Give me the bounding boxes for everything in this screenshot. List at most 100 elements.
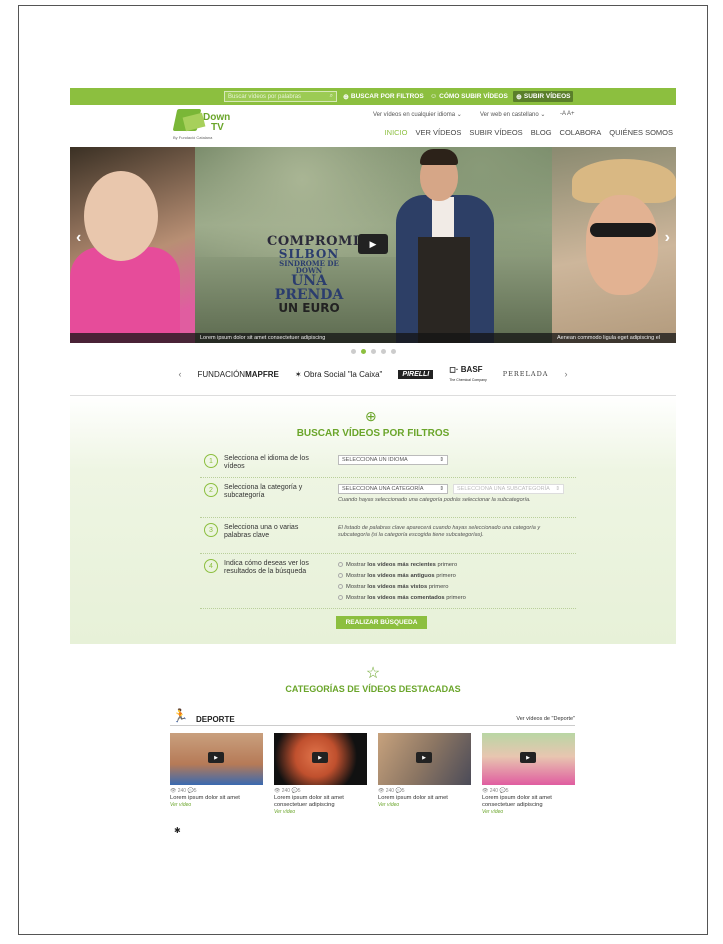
step-label: Selecciona el idioma de los vídeos <box>224 455 309 471</box>
upload-video-button[interactable]: ⊕ SUBIR VÍDEOS <box>513 91 574 102</box>
video-thumbnail[interactable]: ▶ <box>170 733 263 785</box>
search-icon[interactable]: ⌕ <box>330 93 333 100</box>
sort-option-recent[interactable]: Mostrar los vídeos más recientes primero <box>338 562 457 568</box>
downtv-logo[interactable]: Down TV By Fundació Catalana <box>170 109 238 143</box>
sort-option-text: Mostrar <box>346 573 368 580</box>
category-more-link[interactable]: Ver vídeos de "Deporte" <box>516 716 575 722</box>
step-label: Selecciona la categoría y subcategoría <box>224 484 303 500</box>
nav-item-quienes-somos[interactable]: QUIÉNES SOMOS <box>609 128 673 137</box>
step-label: Indica cómo deseas ver los resultados de… <box>224 560 309 576</box>
nav-item-inicio[interactable]: INICIO <box>385 128 408 137</box>
slide-next-image[interactable]: Aenean commodo ligula eget adipiscing el <box>552 147 676 343</box>
video-thumbnail[interactable]: ▶ <box>378 733 471 785</box>
nav-item-subir-videos[interactable]: SUBIR VÍDEOS <box>469 128 522 137</box>
slide-caption-prev <box>70 333 195 343</box>
sort-option-most-viewed[interactable]: Mostrar los vídeos más vistos primero <box>338 584 448 590</box>
chevron-down-icon: ⇕ <box>439 486 444 492</box>
slider-dot[interactable] <box>380 348 386 354</box>
chevron-left-icon[interactable]: ‹ <box>179 369 182 379</box>
slide-caption-next: Aenean commodo ligula eget adipiscing el <box>552 333 676 343</box>
play-button[interactable]: ▶ <box>358 234 388 254</box>
chevron-right-icon[interactable]: › <box>564 369 567 379</box>
child-shirt <box>70 247 180 343</box>
man-face <box>586 195 658 295</box>
video-card[interactable]: ▶ 👁 240 💬5 Lorem ipsum dolor sit amet Ve… <box>170 733 263 808</box>
slider-dot-active[interactable] <box>360 348 366 354</box>
language-select[interactable]: SELECCIONA UN IDIOMA ⇕ <box>338 455 448 465</box>
category-icon-partial: ✱ <box>174 826 181 833</box>
slider-dot[interactable] <box>370 348 376 354</box>
sponsor-lacaixa[interactable]: ✶ Obra Social "la Caixa" <box>295 370 383 379</box>
slide-caption: Lorem ipsum dolor sit amet consectetuer … <box>195 333 552 343</box>
slide-prev-image[interactable] <box>70 147 195 343</box>
slide-title-line: SINDROME DE DOWN <box>279 259 339 275</box>
chevron-down-icon: ⇕ <box>555 486 560 492</box>
video-language-select[interactable]: Ver vídeos en cualquier idioma ⌄ <box>373 111 462 118</box>
sort-option-bold: los vídeos más vistos <box>367 584 428 591</box>
sponsor-mapfre-b: MAPFRE <box>245 369 279 379</box>
filter-step-3: 3 Selecciona una o varias palabras clave… <box>204 523 577 551</box>
slider-dot[interactable] <box>350 348 356 354</box>
category-select[interactable]: SELECCIONA UNA CATEGORÍA ⇕ <box>338 484 448 494</box>
filter-search-label: BUSCAR POR FILTROS <box>350 93 424 100</box>
video-link[interactable]: Ver vídeo <box>378 802 471 808</box>
video-thumbnail[interactable]: ▶ <box>482 733 575 785</box>
submit-search-button[interactable]: REALIZAR BÚSQUEDA <box>336 616 427 629</box>
slider-next-arrow[interactable]: › <box>665 229 670 247</box>
star-icon: ☆ <box>365 665 381 682</box>
sort-option-text: primero <box>435 562 458 569</box>
play-icon: ▶ <box>369 238 377 249</box>
divider <box>200 517 576 518</box>
video-link[interactable]: Ver vídeo <box>170 802 263 808</box>
nav-item-colabora[interactable]: COLABORA <box>560 128 602 137</box>
step-number: 3 <box>204 523 218 537</box>
video-title: Lorem ipsum dolor sit amet <box>378 795 448 801</box>
logo-by-text: By Fundació Catalana <box>173 135 213 140</box>
web-language-select[interactable]: Ver web en castellano ⌄ <box>480 111 545 118</box>
view-count: 240 <box>177 788 187 794</box>
video-link[interactable]: Ver vídeo <box>274 809 367 815</box>
font-size-control[interactable]: -A A+ <box>560 111 575 117</box>
video-thumbnail[interactable]: ▶ <box>274 733 367 785</box>
sort-option-most-commented[interactable]: Mostrar los vídeos más comentados primer… <box>338 595 466 601</box>
keywords-hint: El listado de palabras clave aparecerá c… <box>338 525 541 539</box>
video-card[interactable]: ▶ 👁 240 💬5 Lorem ipsum dolor sit amet co… <box>274 733 367 815</box>
sort-option-bold: los vídeos más antiguos <box>367 573 435 580</box>
howto-link[interactable]: ☺ CÓMO SUBIR VÍDEOS <box>427 91 511 102</box>
sort-option-text: Mostrar <box>346 562 368 569</box>
view-count: 240 <box>281 788 291 794</box>
filter-step-2: 2 Selecciona la categoría y subcategoría… <box>204 483 577 513</box>
filter-search-link[interactable]: ⊕ BUSCAR POR FILTROS <box>340 91 427 102</box>
slide-current-image[interactable]: COMPROMISO SILBON SINDROME DE DOWN UNA P… <box>195 147 552 343</box>
slider-dots <box>70 343 676 359</box>
top-bar: Buscar vídeos por palabras ⌕ ⊕ BUSCAR PO… <box>70 88 676 105</box>
nav-item-ver-videos[interactable]: VER VÍDEOS <box>415 128 461 137</box>
document-page: Buscar vídeos por palabras ⌕ ⊕ BUSCAR PO… <box>18 5 708 935</box>
comment-count: 5 <box>193 788 197 794</box>
zoom-in-icon: ⊕ <box>365 408 377 424</box>
sponsor-pirelli[interactable]: PIRELLI <box>398 369 434 379</box>
subcategory-select-value: SELECCIONA UNA SUBCATEGORÍA <box>457 486 550 492</box>
subcategory-select[interactable]: SELECCIONA UNA SUBCATEGORÍA ⇕ <box>453 484 564 494</box>
video-link[interactable]: Ver vídeo <box>482 809 575 815</box>
sort-option-bold: los vídeos más recientes <box>367 562 436 569</box>
video-card[interactable]: ▶ 👁 240 💬5 Lorem ipsum dolor sit amet Ve… <box>378 733 471 808</box>
slide-title-line: UN EURO <box>278 301 340 315</box>
search-input[interactable]: Buscar vídeos por palabras ⌕ <box>224 91 337 102</box>
video-card[interactable]: ▶ 👁 240 💬5 Lorem ipsum dolor sit amet co… <box>482 733 575 815</box>
divider <box>200 608 576 609</box>
howto-label: CÓMO SUBIR VÍDEOS <box>439 93 508 100</box>
man-figure <box>390 147 500 343</box>
divider <box>200 553 576 554</box>
sponsor-mapfre[interactable]: FUNDACIÓNMAPFRE <box>198 370 279 379</box>
nav-item-blog[interactable]: BLOG <box>531 128 552 137</box>
filter-step-1: 1 Selecciona el idioma de los vídeos SEL… <box>204 454 577 476</box>
sort-option-text: Mostrar <box>346 595 368 602</box>
sponsor-perelada[interactable]: PERELADA <box>503 370 549 378</box>
slider-dot[interactable] <box>390 348 396 354</box>
sort-option-oldest[interactable]: Mostrar los vídeos más antiguos primero <box>338 573 456 579</box>
comment-count: 5 <box>505 788 509 794</box>
slider-prev-arrow[interactable]: ‹ <box>76 229 81 247</box>
sponsor-basf[interactable]: ◻· BASF The Chemical Company <box>449 365 487 383</box>
sort-option-bold: los vídeos más comentados <box>367 595 445 602</box>
